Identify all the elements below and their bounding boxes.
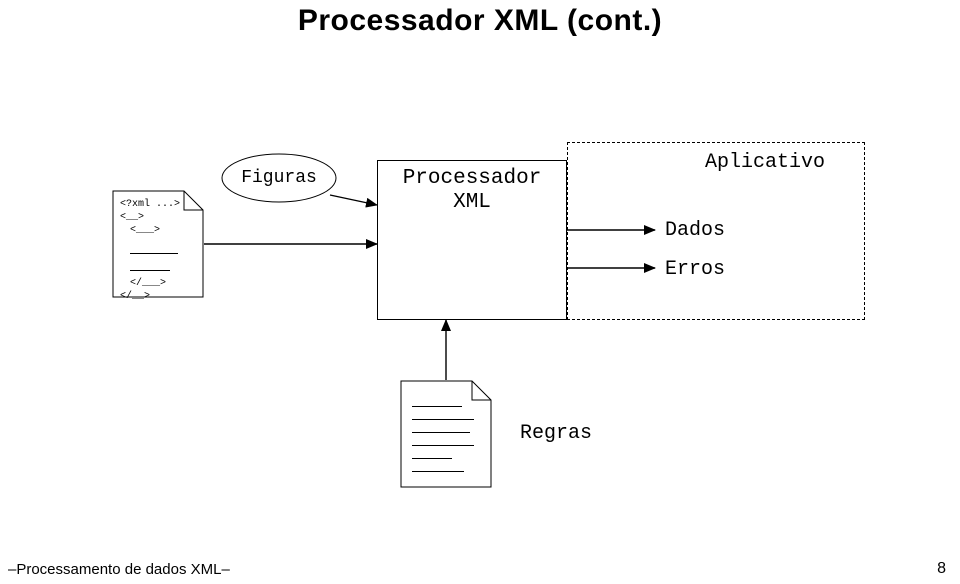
figuras-label: Figuras	[220, 152, 338, 204]
xml-line: </__>	[120, 290, 196, 303]
diagram-canvas: Processador XML (cont.) <?xml ...> <__> …	[0, 0, 960, 584]
processor-label: Processador XML	[378, 167, 566, 215]
rules-lines	[412, 398, 474, 476]
slide-title: Processador XML (cont.)	[0, 4, 960, 38]
xml-line: <___>	[120, 224, 196, 237]
xml-text-line	[130, 260, 170, 271]
rules-document-icon	[400, 380, 492, 488]
dados-label: Dados	[665, 219, 725, 242]
xml-file-icon: <?xml ...> <__> <___> </___> </__>	[112, 190, 204, 298]
regras-label: Regras	[520, 422, 592, 445]
figuras-ellipse: Figuras	[220, 152, 338, 204]
xml-text-line	[130, 243, 178, 254]
xml-line: <__>	[120, 211, 196, 224]
xml-file-content: <?xml ...> <__> <___> </___> </__>	[120, 198, 196, 303]
xml-line: </___>	[120, 277, 196, 290]
processor-box: Processador XML	[377, 160, 567, 320]
page-number: 8	[937, 560, 946, 578]
xml-line: <?xml ...>	[120, 198, 196, 211]
erros-label: Erros	[665, 258, 725, 281]
aplicativo-label: Aplicativo	[705, 151, 825, 174]
footer-left: –Processamento de dados XML–	[8, 561, 230, 578]
